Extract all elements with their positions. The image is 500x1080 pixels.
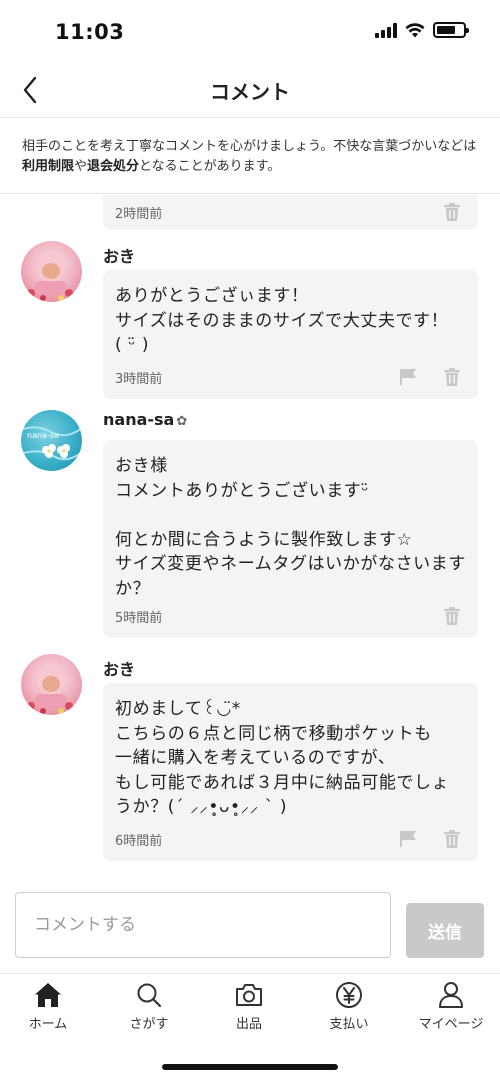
tab-label: さがす: [129, 1017, 169, 1032]
status-icons: [375, 22, 469, 38]
comment-username[interactable]: おき: [103, 243, 135, 267]
tab-label: 支払い: [329, 1017, 369, 1032]
status-bar: 11:03: [0, 0, 500, 62]
home-icon: [33, 980, 63, 1010]
tab-label: 出品: [235, 1017, 262, 1032]
report-button[interactable]: [398, 367, 418, 387]
user-avatar[interactable]: [21, 241, 82, 302]
yen-icon: [334, 980, 364, 1010]
verified-badge-icon: ✿: [176, 414, 188, 429]
tab-home[interactable]: ホーム: [0, 980, 98, 1036]
bottom-tab-bar: ホーム さがす 出品 支払い マイページ: [0, 973, 500, 1080]
user-avatar[interactable]: nana-sa: [21, 410, 82, 471]
comment-text: 初めまして꒰◡̈* こちらの６点と同じ柄で移動ポケットも 一緒に購入を考えている…: [115, 699, 450, 817]
tab-label: マイページ: [418, 1017, 484, 1032]
notice-text-conjunction: や: [74, 159, 88, 174]
delete-button[interactable]: [442, 829, 462, 849]
comment-timestamp: 6時間前: [115, 834, 163, 849]
tab-payment[interactable]: 支払い: [299, 980, 399, 1036]
comment-timestamp: 3時間前: [115, 372, 163, 387]
flag-icon: [400, 369, 416, 385]
trash-icon: [444, 203, 460, 221]
tab-mypage[interactable]: マイページ: [401, 980, 500, 1036]
delete-button[interactable]: [442, 367, 462, 387]
camera-icon: [234, 980, 264, 1010]
comment-username[interactable]: おき: [103, 656, 135, 680]
report-button[interactable]: [398, 829, 418, 849]
comment-text: ありがとうござぃます！ サイズはそのままのサイズで大丈夫です！ ( ᵕ̈ ): [115, 286, 449, 355]
comment-guideline-notice: 相手のことを考え丁寧なコメントを心がけましょう。不快な言葉づかいなどは利用制限や…: [0, 119, 500, 194]
status-time: 11:03: [55, 20, 125, 44]
avatar-image: [27, 252, 73, 301]
nav-header: コメント: [0, 62, 500, 118]
comment-text: おき様 コメントありがとうございますᵕ̈ 何とか間に合うように製作致します☆ サ…: [115, 456, 466, 599]
comment-bubble: おき様 コメントありがとうございますᵕ̈ 何とか間に合うように製作致します☆ サ…: [103, 440, 478, 638]
page-title: コメント: [210, 80, 290, 104]
notice-text: 相手のことを考え丁寧なコメントを心がけましょう。不快な言葉づかいなどは: [22, 139, 477, 154]
comment-bubble: 2時間前: [103, 195, 478, 230]
person-icon: [436, 980, 466, 1010]
cellular-signal-icon: [375, 22, 397, 38]
search-icon: [134, 980, 164, 1010]
battery-icon: [433, 22, 469, 38]
send-button[interactable]: 送信: [406, 903, 484, 958]
flag-icon: [400, 831, 416, 847]
delete-button[interactable]: [442, 202, 462, 222]
notice-usage-restriction: 利用制限: [22, 159, 75, 174]
username-text: nana-sa: [103, 410, 175, 429]
comment-timestamp: 5時間前: [115, 611, 163, 626]
avatar-image: [27, 665, 73, 714]
comment-list[interactable]: 2時間前 おき ありがとうござぃます！ サイズはそのままのサイズで大丈夫です！ …: [0, 195, 500, 873]
tab-label: ホーム: [28, 1017, 68, 1032]
trash-icon: [444, 830, 460, 848]
wifi-icon: [405, 23, 425, 38]
comment-bubble: ありがとうござぃます！ サイズはそのままのサイズで大丈夫です！ ( ᵕ̈ ) 3…: [103, 270, 478, 399]
comment-composer: 送信: [0, 873, 500, 973]
home-indicator[interactable]: [162, 1064, 338, 1070]
avatar-image: nana-sa: [21, 426, 82, 461]
notice-account-removal: 退会処分: [87, 159, 140, 174]
notice-text-end: となることがあります。: [139, 159, 281, 174]
tab-search[interactable]: さがす: [99, 980, 199, 1036]
tab-sell[interactable]: 出品: [199, 980, 299, 1036]
trash-icon: [444, 368, 460, 386]
avatar-text: nana-sa: [27, 431, 59, 440]
trash-icon: [444, 607, 460, 625]
comment-bubble: 初めまして꒰◡̈* こちらの６点と同じ柄で移動ポケットも 一緒に購入を考えている…: [103, 683, 478, 861]
delete-button[interactable]: [442, 606, 462, 626]
comment-input[interactable]: [15, 892, 391, 958]
comment-timestamp: 2時間前: [115, 207, 163, 222]
comment-username[interactable]: nana-sa ✿: [103, 410, 187, 429]
user-avatar[interactable]: [21, 654, 82, 715]
